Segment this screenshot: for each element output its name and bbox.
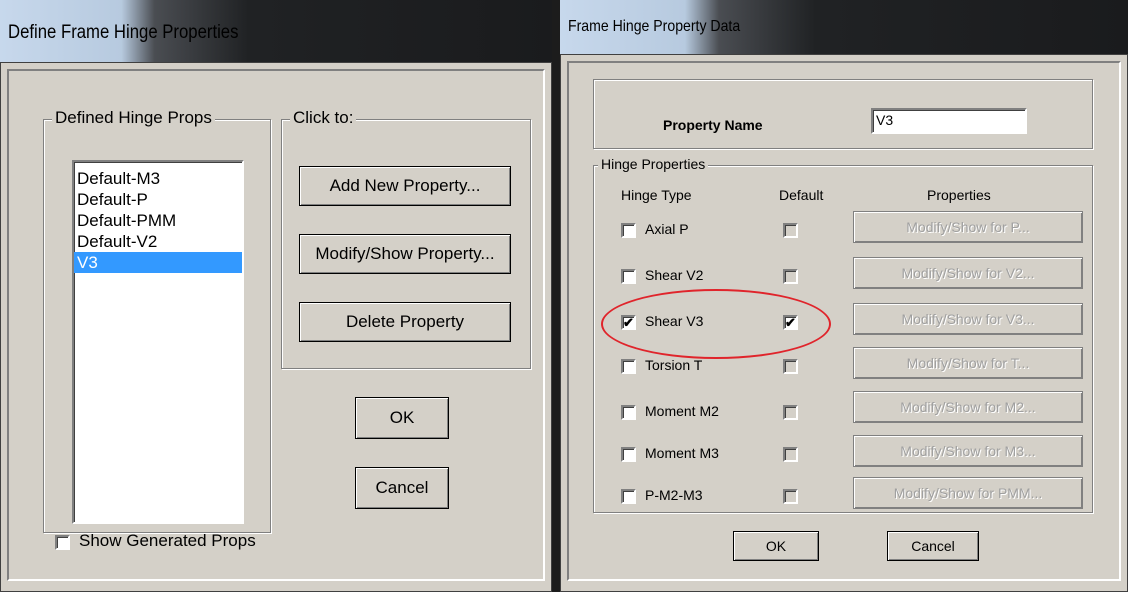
frame-hinge-property-data-dialog: Frame Hinge Property Data Property Name … bbox=[560, 0, 1128, 592]
property-name-label: Property Name bbox=[663, 117, 763, 133]
modify-show-button: Modify/Show for M3... bbox=[853, 435, 1083, 467]
click-to-label: Click to: bbox=[290, 108, 357, 128]
add-new-property-button[interactable]: Add New Property... bbox=[299, 166, 511, 206]
show-generated-props-checkbox[interactable] bbox=[55, 535, 70, 550]
ok-button[interactable]: OK bbox=[355, 397, 449, 439]
hinge-type-label: Moment M2 bbox=[645, 403, 719, 419]
modify-show-button: Modify/Show for T... bbox=[853, 347, 1083, 379]
list-item[interactable]: Default-V2 bbox=[74, 231, 242, 252]
hinge-type-label: P-M2-M3 bbox=[645, 487, 703, 503]
highlight-annotation-oval bbox=[601, 289, 831, 359]
hinge-type-checkbox[interactable] bbox=[621, 489, 636, 504]
property-name-input[interactable]: V3 bbox=[871, 108, 1027, 134]
hinge-type-label: Axial P bbox=[645, 221, 689, 237]
default-checkbox bbox=[783, 489, 798, 504]
default-checkbox bbox=[783, 359, 798, 374]
define-frame-hinge-dialog: Define Frame Hinge Properties Defined Hi… bbox=[0, 0, 552, 592]
hinge-type-checkbox[interactable] bbox=[621, 359, 636, 374]
right-dialog-body: Property Name V3 Hinge Properties Hinge … bbox=[560, 54, 1128, 592]
default-header: Default bbox=[779, 187, 824, 203]
default-checkbox bbox=[783, 269, 798, 284]
defined-hinge-props-group: Defined Hinge Props Default-M3 Default-P… bbox=[43, 108, 271, 533]
cancel-button[interactable]: Cancel bbox=[355, 467, 449, 509]
modify-show-button: Modify/Show for PMM... bbox=[853, 477, 1083, 509]
cancel-button[interactable]: Cancel bbox=[887, 531, 979, 561]
modify-show-property-button[interactable]: Modify/Show Property... bbox=[299, 234, 511, 274]
default-checkbox bbox=[783, 223, 798, 238]
left-title-bar[interactable]: Define Frame Hinge Properties bbox=[0, 0, 552, 62]
ok-button[interactable]: OK bbox=[733, 531, 819, 561]
right-dialog-title: Frame Hinge Property Data bbox=[568, 18, 741, 35]
hinge-type-label: Shear V2 bbox=[645, 267, 704, 283]
modify-show-button: Modify/Show for V3... bbox=[853, 303, 1083, 335]
hinge-type-label: Moment M3 bbox=[645, 445, 719, 461]
left-inner-frame: Defined Hinge Props Default-M3 Default-P… bbox=[7, 69, 545, 581]
delete-property-button[interactable]: Delete Property bbox=[299, 302, 511, 342]
hinge-type-checkbox[interactable] bbox=[621, 447, 636, 462]
list-item-selected[interactable]: V3 bbox=[74, 252, 242, 273]
defined-hinge-props-label: Defined Hinge Props bbox=[52, 108, 215, 128]
hinge-type-header: Hinge Type bbox=[621, 187, 692, 203]
hinge-props-listbox[interactable]: Default-M3 Default-P Default-PMM Default… bbox=[72, 160, 244, 524]
hinge-properties-label: Hinge Properties bbox=[598, 156, 709, 172]
list-item[interactable]: Default-P bbox=[74, 189, 242, 210]
default-checkbox bbox=[783, 405, 798, 420]
dialog-divider bbox=[552, 0, 560, 592]
default-checkbox bbox=[783, 447, 798, 462]
list-item[interactable]: Default-M3 bbox=[74, 168, 242, 189]
modify-show-button: Modify/Show for V2... bbox=[853, 257, 1083, 289]
hinge-type-checkbox[interactable] bbox=[621, 223, 636, 238]
list-item[interactable]: Default-PMM bbox=[74, 210, 242, 231]
hinge-type-checkbox[interactable] bbox=[621, 405, 636, 420]
right-inner-frame: Property Name V3 Hinge Properties Hinge … bbox=[567, 61, 1121, 581]
modify-show-button: Modify/Show for P... bbox=[853, 211, 1083, 243]
properties-header: Properties bbox=[927, 187, 991, 203]
left-dialog-body: Defined Hinge Props Default-M3 Default-P… bbox=[0, 62, 552, 592]
hinge-type-label: Torsion T bbox=[645, 357, 703, 373]
left-dialog-title: Define Frame Hinge Properties bbox=[8, 22, 239, 43]
hinge-type-checkbox[interactable] bbox=[621, 269, 636, 284]
show-generated-props-label: Show Generated Props bbox=[79, 531, 256, 550]
modify-show-button: Modify/Show for M2... bbox=[853, 391, 1083, 423]
right-title-bar[interactable]: Frame Hinge Property Data bbox=[560, 0, 1128, 54]
